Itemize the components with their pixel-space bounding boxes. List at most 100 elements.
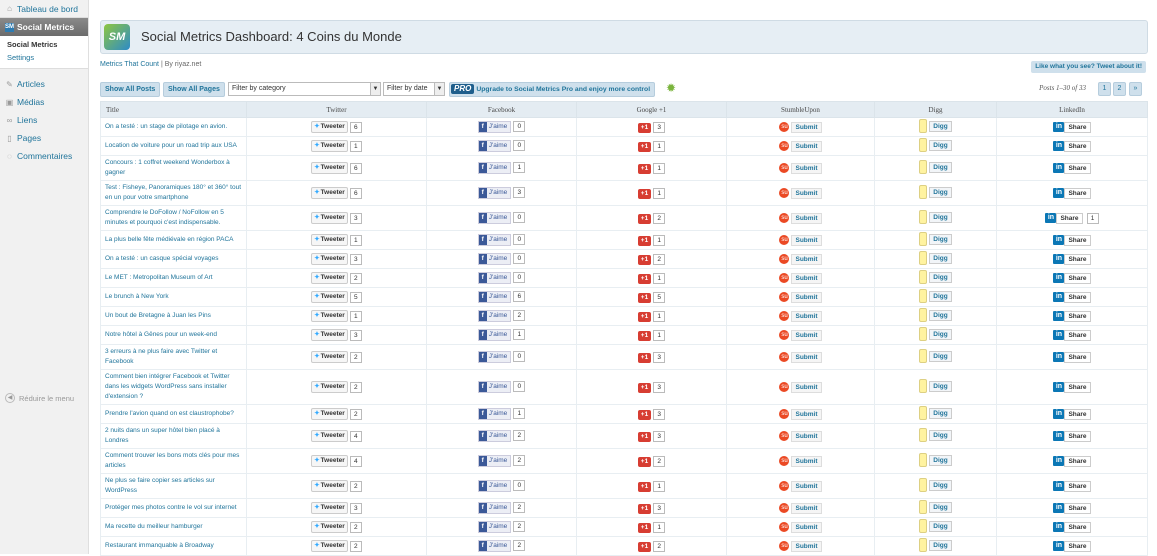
date-filter-select[interactable]: Filter by date ▼ [383,82,445,96]
linkedin-share-button[interactable]: in Share [1053,540,1091,552]
category-filter-select[interactable]: Filter by category ▼ [228,82,381,96]
post-title-link[interactable]: Un bout de Bretagne à Juan les Pins [100,306,247,326]
linkedin-share-button[interactable]: in Share [1053,291,1091,303]
stumbleupon-submit-button[interactable]: su Submit [779,121,822,133]
sidebar-item-medias[interactable]: ▣ Médias [0,93,88,111]
linkedin-share-button[interactable]: in Share [1053,121,1091,133]
digg-button[interactable]: Digg [919,270,952,284]
google-plus-one-button[interactable]: +1 3 [637,381,666,393]
facebook-like-button[interactable]: f J'aime 2 [477,455,526,467]
show-all-pages-button[interactable]: Show All Pages [163,82,225,97]
sidebar-item-liens[interactable]: ∞ Liens [0,111,88,129]
facebook-like-button[interactable]: f J'aime 2 [477,430,526,442]
google-plus-one-button[interactable]: +1 3 [637,121,666,133]
digg-button[interactable]: Digg [919,349,952,363]
facebook-like-button[interactable]: f J'aime 1 [477,162,526,174]
linkedin-share-button[interactable]: in Share [1053,521,1091,533]
digg-button[interactable]: Digg [919,210,952,224]
post-title-link[interactable]: Concours : 1 coffret weekend Wonderbox à… [100,155,247,181]
digg-button[interactable]: Digg [919,119,952,133]
linkedin-share-button[interactable]: in Share [1053,272,1091,284]
digg-button[interactable]: Digg [919,453,952,467]
gear-icon[interactable]: ✹ [666,82,677,94]
digg-button[interactable]: Digg [919,327,952,341]
digg-button[interactable]: Digg [919,379,952,393]
google-plus-one-button[interactable]: +1 1 [637,521,666,533]
facebook-like-button[interactable]: f J'aime 0 [477,253,526,265]
tweet-button[interactable]: ✦Tweeter 2 [311,521,362,533]
google-plus-one-button[interactable]: +1 1 [637,234,666,246]
google-plus-one-button[interactable]: +1 1 [637,310,666,322]
sidebar-item-dashboard[interactable]: ⌂ Tableau de bord [0,0,88,18]
tweet-button[interactable]: ✦Tweeter 2 [311,480,362,492]
linkedin-share-button[interactable]: in Share [1053,162,1091,174]
facebook-like-button[interactable]: f J'aime 0 [477,121,526,133]
tweet-button[interactable]: ✦Tweeter 2 [311,408,362,420]
tweet-button[interactable]: ✦Tweeter 4 [311,430,362,442]
sidebar-item-social-metrics[interactable]: SM Social Metrics [0,18,88,36]
stumbleupon-submit-button[interactable]: su Submit [779,253,822,265]
submenu-item-settings[interactable]: Settings [0,51,88,64]
facebook-like-button[interactable]: f J'aime 6 [477,291,526,303]
facebook-like-button[interactable]: f J'aime 0 [477,480,526,492]
digg-button[interactable]: Digg [919,538,952,552]
stumbleupon-submit-button[interactable]: su Submit [779,162,822,174]
stumbleupon-submit-button[interactable]: su Submit [779,187,822,199]
tweet-button[interactable]: ✦Tweeter 2 [311,351,362,363]
linkedin-share-button[interactable]: in Share [1053,253,1091,265]
post-title-link[interactable]: Ma recette du meilleur hamburger [100,517,247,537]
sidebar-item-commentaires[interactable]: ◌ Commentaires [0,147,88,165]
facebook-like-button[interactable]: f J'aime 0 [477,234,526,246]
google-plus-one-button[interactable]: +1 1 [637,140,666,152]
digg-button[interactable]: Digg [919,519,952,533]
digg-button[interactable]: Digg [919,251,952,265]
stumbleupon-submit-button[interactable]: su Submit [779,212,822,224]
tweet-button[interactable]: ✦Tweeter 3 [311,253,362,265]
post-title-link[interactable]: Location de voiture pour un road trip au… [100,136,247,156]
page-2-button[interactable]: 2 [1113,82,1126,96]
digg-button[interactable]: Digg [919,289,952,303]
tweet-button[interactable]: ✦Tweeter 3 [311,212,362,224]
digg-button[interactable]: Digg [919,500,952,514]
digg-button[interactable]: Digg [919,308,952,322]
stumbleupon-submit-button[interactable]: su Submit [779,502,822,514]
post-title-link[interactable]: Le brunch à New York [100,287,247,307]
linkedin-share-button[interactable]: in Share [1053,381,1091,393]
google-plus-one-button[interactable]: +1 2 [637,455,666,467]
metrics-that-count-link[interactable]: Metrics That Count [100,61,159,68]
linkedin-share-button[interactable]: in Share [1053,351,1091,363]
stumbleupon-submit-button[interactable]: su Submit [779,408,822,420]
digg-button[interactable]: Digg [919,160,952,174]
stumbleupon-submit-button[interactable]: su Submit [779,381,822,393]
stumbleupon-submit-button[interactable]: su Submit [779,480,822,492]
linkedin-share-button[interactable]: in Share [1053,455,1091,467]
digg-button[interactable]: Digg [919,478,952,492]
stumbleupon-submit-button[interactable]: su Submit [779,272,822,284]
google-plus-one-button[interactable]: +1 1 [637,480,666,492]
page-1-button[interactable]: 1 [1098,82,1111,96]
post-title-link[interactable]: 2 nuits dans un super hôtel bien placé à… [100,423,247,449]
google-plus-one-button[interactable]: +1 2 [637,253,666,265]
post-title-link[interactable]: On a testé : un stage de pilotage en avi… [100,117,247,137]
google-plus-one-button[interactable]: +1 5 [637,291,666,303]
digg-button[interactable]: Digg [919,185,952,199]
facebook-like-button[interactable]: f J'aime 2 [477,502,526,514]
post-title-link[interactable]: Prendre l'avion quand on est claustropho… [100,404,247,424]
facebook-like-button[interactable]: f J'aime 0 [477,381,526,393]
tweet-button[interactable]: ✦Tweeter 1 [311,234,362,246]
tweet-button[interactable]: ✦Tweeter 2 [311,381,362,393]
facebook-like-button[interactable]: f J'aime 1 [477,329,526,341]
stumbleupon-submit-button[interactable]: su Submit [779,455,822,467]
google-plus-one-button[interactable]: +1 1 [637,187,666,199]
google-plus-one-button[interactable]: +1 2 [637,540,666,552]
linkedin-share-button[interactable]: in Share [1053,234,1091,246]
google-plus-one-button[interactable]: +1 1 [637,272,666,284]
google-plus-one-button[interactable]: +1 1 [637,329,666,341]
upgrade-pro-button[interactable]: PRO Upgrade to Social Metrics Pro and enj… [449,82,656,97]
google-plus-one-button[interactable]: +1 2 [637,212,666,224]
post-title-link[interactable]: On a testé : un casque spécial voyages [100,249,247,269]
facebook-like-button[interactable]: f J'aime 1 [477,408,526,420]
tweet-button[interactable]: ✦Tweeter 4 [311,455,362,467]
digg-button[interactable]: Digg [919,406,952,420]
facebook-like-button[interactable]: f J'aime 2 [477,310,526,322]
